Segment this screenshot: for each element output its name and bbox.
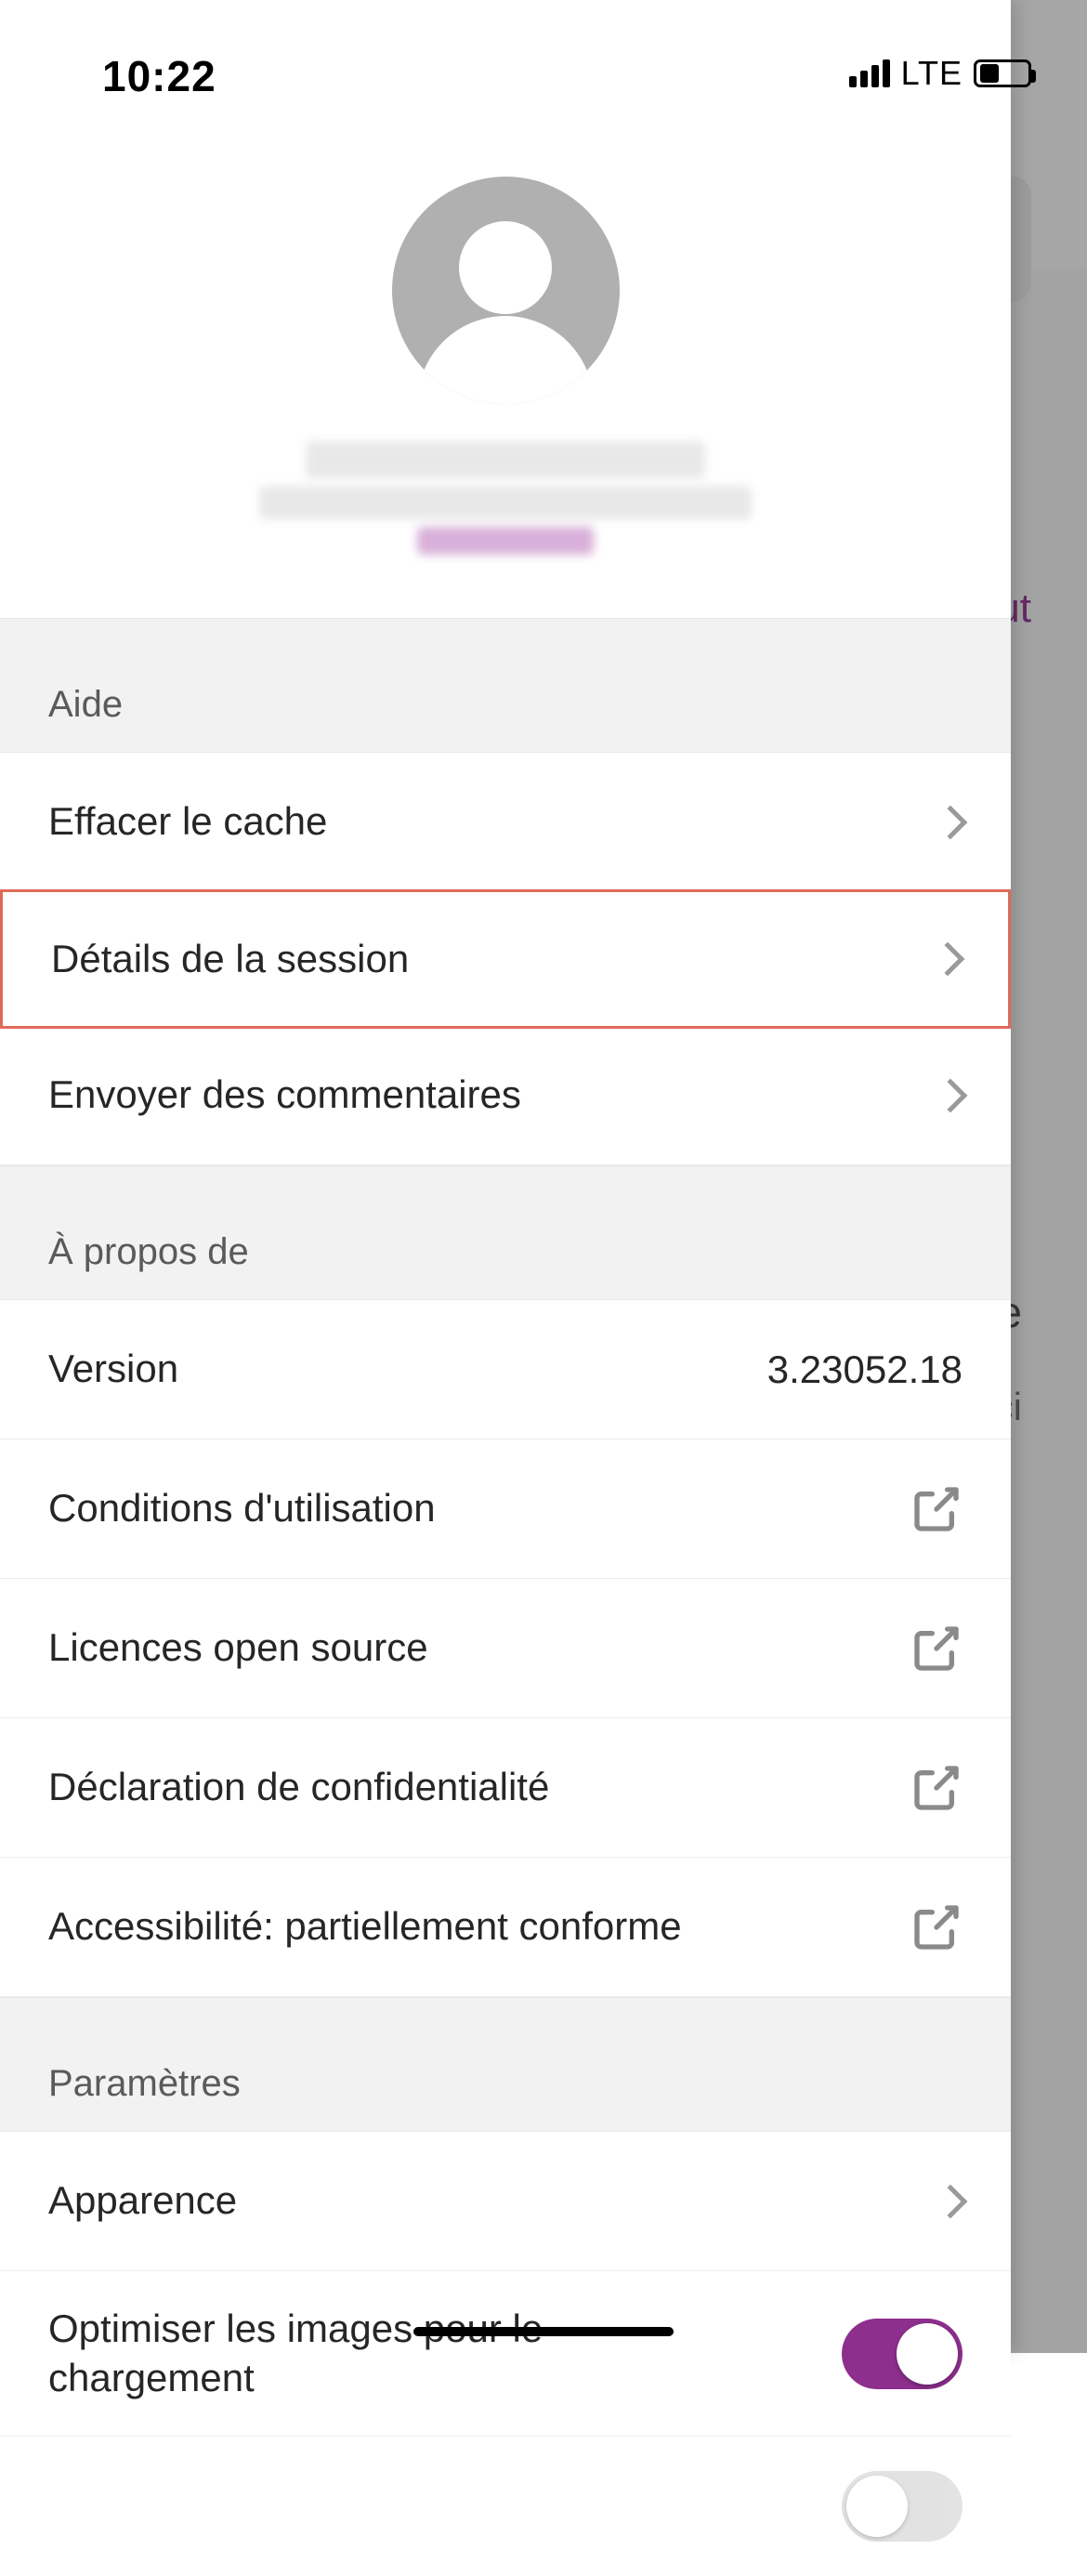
row-label: Envoyer des commentaires	[48, 1037, 521, 1153]
row-label: Licences open source	[48, 1590, 428, 1706]
version-value: 3.23052.18	[767, 1347, 963, 1392]
profile-name-redacted	[306, 441, 705, 479]
row-label: Déclaration de confidentialité	[48, 1729, 549, 1846]
external-link-icon	[910, 1483, 963, 1535]
toggle-knob	[897, 2323, 958, 2385]
row-version: Version 3.23052.18	[0, 1300, 1011, 1439]
chevron-right-icon	[934, 1078, 968, 1112]
row-optimize-images: Optimiser les images pour le chargement	[0, 2271, 1011, 2437]
row-label: Effacer le cache	[48, 764, 327, 880]
section-header-about: À propos de	[0, 1165, 1011, 1300]
section-header-help: Aide	[0, 618, 1011, 753]
chevron-right-icon	[934, 2184, 968, 2218]
chevron-right-icon	[931, 942, 965, 977]
row-label: Apparence	[48, 2143, 237, 2259]
toggle-next[interactable]	[842, 2471, 963, 2542]
profile-action-redacted[interactable]	[417, 527, 594, 555]
avatar-placeholder-icon	[392, 177, 620, 404]
row-oss-licenses[interactable]: Licences open source	[0, 1579, 1011, 1718]
external-link-icon	[910, 1901, 963, 1953]
row-label: Accessibilité: partiellement conforme	[48, 1869, 682, 1985]
toggle-knob	[846, 2476, 908, 2537]
row-appearance[interactable]: Apparence	[0, 2132, 1011, 2271]
signal-strength-icon	[849, 59, 890, 87]
battery-icon	[974, 59, 1031, 87]
chevron-right-icon	[934, 805, 968, 839]
toggle-optimize-images[interactable]	[842, 2319, 963, 2389]
network-type: LTE	[901, 54, 963, 93]
status-time: 10:22	[102, 51, 216, 101]
row-terms[interactable]: Conditions d'utilisation	[0, 1439, 1011, 1579]
avatar[interactable]	[392, 177, 620, 404]
status-bar: 10:22 LTE	[0, 0, 1087, 93]
side-drawer: Aide Effacer le cache Détails de la sess…	[0, 0, 1011, 2353]
row-session-details[interactable]: Détails de la session	[0, 889, 1011, 1029]
home-indicator[interactable]	[413, 2327, 674, 2336]
row-clear-cache[interactable]: Effacer le cache	[0, 753, 1011, 892]
row-partial-next[interactable]: .	[0, 2437, 1011, 2576]
row-label: Optimiser les images pour le chargement	[48, 2271, 736, 2436]
version-label: Version	[48, 1311, 178, 1427]
row-accessibility[interactable]: Accessibilité: partiellement conforme	[0, 1858, 1011, 1997]
section-header-settings: Paramètres	[0, 1997, 1011, 2132]
row-label: Détails de la session	[51, 901, 409, 1018]
profile-email-redacted	[259, 486, 752, 519]
row-label: Conditions d'utilisation	[48, 1451, 436, 1567]
row-send-feedback[interactable]: Envoyer des commentaires	[0, 1026, 1011, 1165]
external-link-icon	[910, 1762, 963, 1814]
row-privacy[interactable]: Déclaration de confidentialité	[0, 1718, 1011, 1858]
external-link-icon	[910, 1623, 963, 1675]
